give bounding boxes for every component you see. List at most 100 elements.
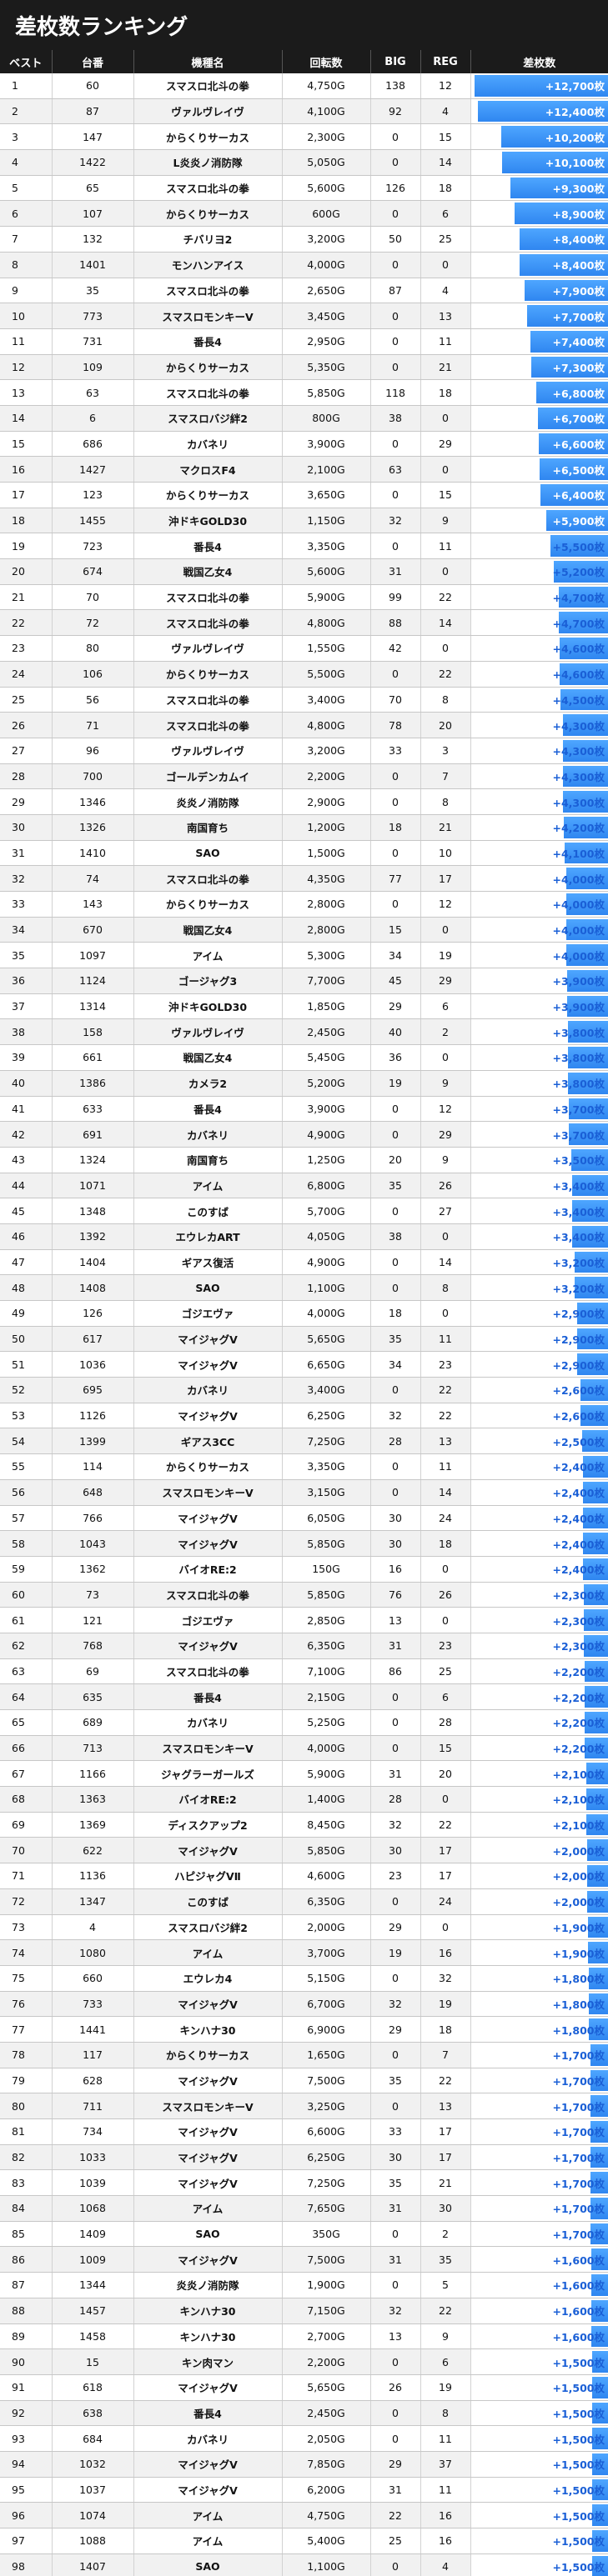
diff-value: +1,600枚	[552, 2330, 605, 2343]
machine-number-cell: 633	[52, 1096, 134, 1123]
diff-value: +1,500枚	[552, 2561, 605, 2574]
machine-name-cell: 番長4	[133, 2400, 283, 2427]
big-cell: 42	[370, 635, 421, 662]
diff-cell: +1,600枚	[470, 2246, 608, 2273]
machine-number-cell: 1043	[52, 1530, 134, 1557]
reg-cell: 18	[420, 2016, 471, 2043]
diff-value: +4,700枚	[552, 592, 605, 605]
diff-value: +1,800枚	[552, 1998, 605, 2011]
machine-name-cell: ヴァルヴレイヴ	[133, 738, 283, 764]
diff-value: +4,600枚	[552, 668, 605, 682]
diff-value: +1,500枚	[552, 2356, 605, 2369]
big-cell: 87	[370, 278, 421, 304]
spins-cell: 2,800G	[282, 891, 371, 918]
diff-cell: +4,300枚	[470, 763, 608, 790]
rank-cell: 50	[0, 1326, 53, 1353]
machine-number-cell: 107	[52, 200, 134, 228]
big-cell: 31	[370, 1760, 421, 1788]
big-cell: 70	[370, 687, 421, 713]
spins-cell: 7,100G	[282, 1658, 371, 1685]
diff-value: +10,100枚	[545, 157, 605, 170]
table-row: 34 670 戦国乙女4 2,800G 15 0 +4,000枚	[0, 917, 608, 943]
reg-cell: 6	[420, 993, 471, 1020]
rank-cell: 18	[0, 508, 53, 534]
big-cell: 22	[370, 2502, 421, 2528]
reg-cell: 12	[420, 891, 471, 918]
reg-cell: 25	[420, 226, 471, 253]
machine-name-cell: スマスロバジ絆2	[133, 405, 283, 432]
ranking-page: { "title": "差枚数ランキング", "headers": ["ベスト"…	[0, 0, 608, 2576]
machine-name-cell: スマスロ北斗の拳	[133, 73, 283, 99]
diff-cell: +2,200枚	[470, 1709, 608, 1736]
diff-cell: +9,300枚	[470, 175, 608, 202]
table-row: 88 1457 キンハナ30 7,150G 32 22 +1,600枚	[0, 2298, 608, 2324]
machine-name-cell: マイジャグV	[133, 2451, 283, 2478]
diff-cell: +1,900枚	[470, 1939, 608, 1966]
big-cell: 35	[370, 2169, 421, 2197]
table-row: 2 87 ヴァルヴレイヴ 4,100G 92 4 +12,400枚	[0, 98, 608, 125]
diff-cell: +2,600枚	[470, 1377, 608, 1403]
big-cell: 18	[370, 814, 421, 841]
big-cell: 30	[370, 1505, 421, 1532]
table-row: 54 1399 ギアス3CC 7,250G 28 13 +2,500枚	[0, 1428, 608, 1455]
header-machine-name: 機種名	[133, 50, 283, 73]
table-row: 35 1097 アイム 5,300G 34 19 +4,000枚	[0, 942, 608, 969]
machine-name-cell: 番長4	[133, 533, 283, 560]
big-cell: 138	[370, 73, 421, 99]
big-cell: 15	[370, 917, 421, 943]
machine-number-cell: 1136	[52, 1863, 134, 1889]
diff-value: +2,900枚	[552, 1358, 605, 1372]
big-cell: 13	[370, 2323, 421, 2350]
reg-cell: 22	[420, 1377, 471, 1403]
diff-cell: +3,800枚	[470, 1070, 608, 1097]
table-row: 68 1363 バイオRE:2 1,400G 28 0 +2,100枚	[0, 1786, 608, 1813]
spins-cell: 6,650G	[282, 1351, 371, 1378]
machine-number-cell: 1324	[52, 1147, 134, 1173]
big-cell: 50	[370, 226, 421, 253]
diff-cell: +3,700枚	[470, 1121, 608, 1148]
rank-cell: 44	[0, 1173, 53, 1199]
diff-value: +3,200枚	[552, 1282, 605, 1295]
header-machine-number: 台番	[52, 50, 134, 73]
diff-cell: +3,200枚	[470, 1249, 608, 1276]
diff-cell: +4,300枚	[470, 738, 608, 764]
diff-cell: +1,500枚	[470, 2502, 608, 2528]
rank-cell: 56	[0, 1479, 53, 1506]
big-cell: 0	[370, 1377, 421, 1403]
machine-name-cell: マイジャグV	[133, 1530, 283, 1557]
table-row: 37 1314 沖ドキGOLD30 1,850G 29 6 +3,900枚	[0, 993, 608, 1020]
rank-cell: 72	[0, 1888, 53, 1915]
machine-name-cell: からくりサーカス	[133, 2042, 283, 2068]
spins-cell: 1,650G	[282, 2042, 371, 2068]
rank-cell: 66	[0, 1735, 53, 1762]
big-cell: 0	[370, 1965, 421, 1992]
machine-number-cell: 1410	[52, 840, 134, 867]
spins-cell: 3,700G	[282, 1939, 371, 1966]
diff-cell: +3,900枚	[470, 968, 608, 994]
diff-value: +1,600枚	[552, 2305, 605, 2318]
rank-cell: 32	[0, 865, 53, 892]
spins-cell: 6,350G	[282, 1633, 371, 1659]
machine-number-cell: 71	[52, 712, 134, 738]
machine-number-cell: 56	[52, 687, 134, 713]
machine-name-cell: ゴールデンカムイ	[133, 763, 283, 790]
diff-value: +2,000枚	[552, 1844, 605, 1858]
diff-value: +1,800枚	[552, 1973, 605, 1986]
diff-cell: +4,600枚	[470, 635, 608, 662]
reg-cell: 9	[420, 1070, 471, 1097]
machine-number-cell: 1009	[52, 2246, 134, 2273]
diff-cell: +2,300枚	[470, 1607, 608, 1633]
reg-cell: 5	[420, 2272, 471, 2298]
table-row: 98 1407 SAO 1,100G 0 4 +1,500枚	[0, 2553, 608, 2576]
table-row: 47 1404 ギアス復活 4,900G 0 14 +3,200枚	[0, 1249, 608, 1276]
table-row: 36 1124 ゴージャグ3 7,700G 45 29 +3,900枚	[0, 968, 608, 994]
machine-name-cell: チバリヨ2	[133, 226, 283, 253]
machine-name-cell: マイジャグV	[133, 2477, 283, 2503]
machine-name-cell: スマスロ北斗の拳	[133, 865, 283, 892]
table-row: 94 1032 マイジャグV 7,850G 29 37 +1,500枚	[0, 2451, 608, 2478]
machine-number-cell: 87	[52, 98, 134, 125]
reg-cell: 11	[420, 1326, 471, 1353]
machine-name-cell: スマスロ北斗の拳	[133, 584, 283, 611]
big-cell: 0	[370, 2400, 421, 2427]
spins-cell: 2,850G	[282, 1607, 371, 1633]
